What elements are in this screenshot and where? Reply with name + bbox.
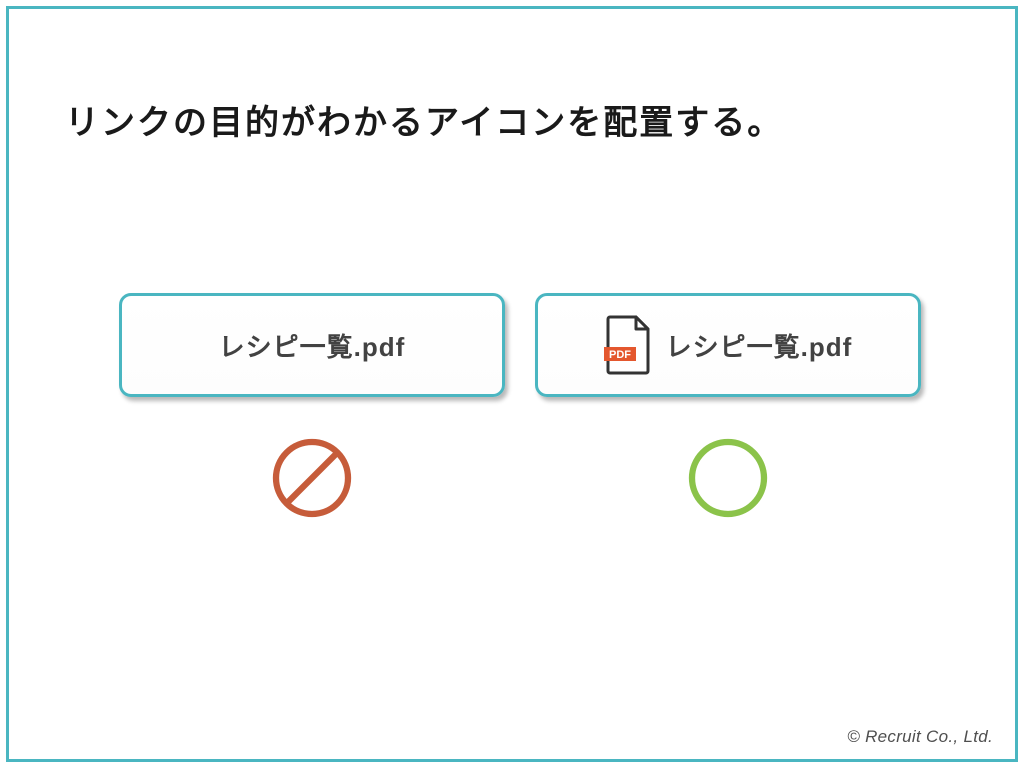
copyright-footer: © Recruit Co., Ltd.	[847, 727, 993, 747]
link-card-without-icon[interactable]: レシピ一覧.pdf	[119, 293, 505, 397]
link-card-with-icon[interactable]: PDF レシピ一覧.pdf	[535, 293, 921, 397]
pdf-badge-text: PDF	[609, 349, 631, 361]
prohibited-icon	[267, 433, 357, 523]
approved-circle-icon	[683, 433, 773, 523]
slide-frame: リンクの目的がわかるアイコンを配置する。 レシピ一覧.pdf PDF レシピ一覧…	[6, 6, 1018, 762]
link-card-label: レシピ一覧.pdf	[219, 327, 406, 364]
link-card-label: レシピ一覧.pdf	[666, 327, 853, 364]
pdf-file-icon: PDF	[604, 315, 652, 375]
slide-title: リンクの目的がわかるアイコンを配置する。	[65, 95, 783, 144]
